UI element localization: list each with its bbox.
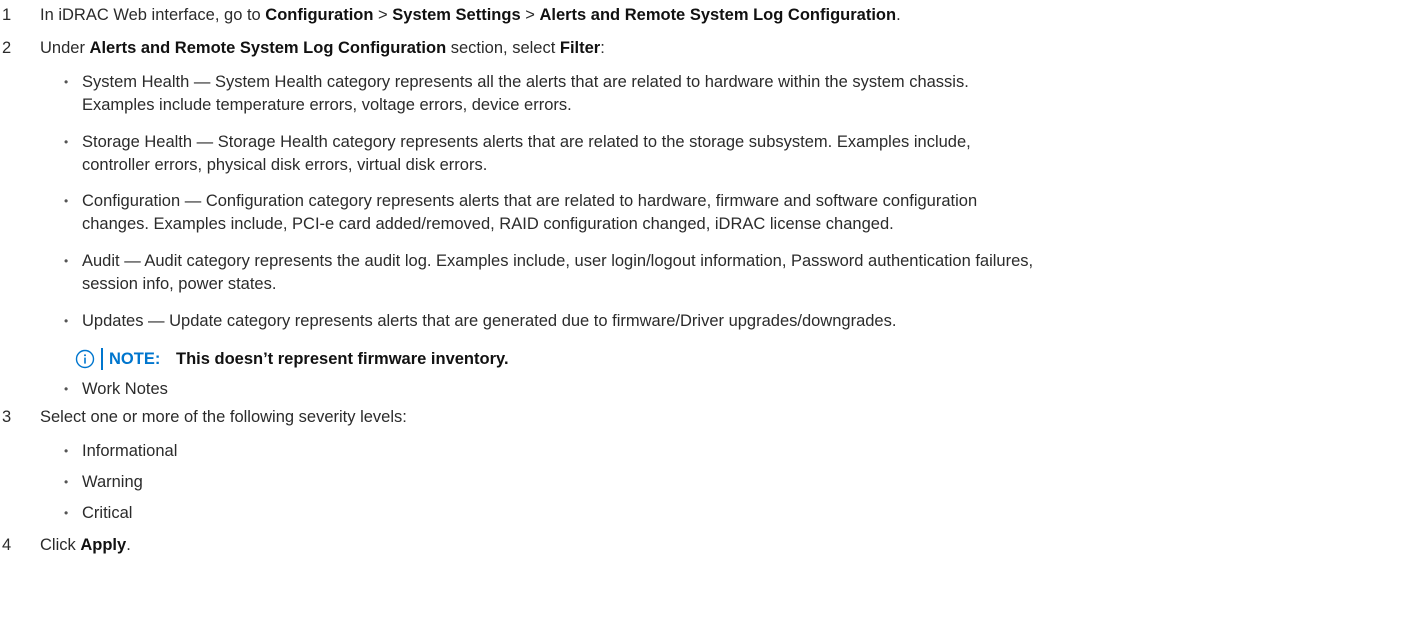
step-number: 2: [2, 39, 12, 57]
step-text-part: In iDRAC Web interface, go to: [40, 6, 266, 24]
section-alerts-remote-syslog: Alerts and Remote System Log Configurati…: [89, 39, 447, 57]
menu-configuration: Configuration: [265, 6, 374, 24]
step-text-part: .: [896, 6, 901, 24]
bullet-icon: •: [64, 382, 69, 396]
step-text-part: Click: [40, 536, 81, 554]
list-item-text: Informational: [82, 440, 1372, 463]
list-item-text: Audit — Audit category represents the au…: [82, 250, 1372, 296]
info-icon: [75, 349, 95, 369]
bullet-icon: •: [64, 135, 69, 149]
step-text: In iDRAC Web interface, go to Configurat…: [40, 3, 901, 27]
note-divider: [101, 348, 103, 370]
list-item-line: Audit — Audit category represents the au…: [82, 252, 1034, 270]
list-item-line: Informational: [82, 442, 178, 460]
bullet-icon: •: [64, 506, 69, 520]
step-text-part: :: [600, 39, 605, 57]
list-item-line: System Health — System Health category r…: [82, 73, 969, 91]
list-item-line: changes. Examples include, PCI-e card ad…: [82, 215, 894, 233]
list-item-line: Updates — Update category represents ale…: [82, 312, 897, 330]
list-item-line: Critical: [82, 504, 133, 522]
step-text-part: >: [520, 6, 540, 24]
option-filter: Filter: [559, 39, 601, 57]
list-item-text: Updates — Update category represents ale…: [82, 310, 1372, 333]
list-item-text: Critical: [82, 502, 1372, 525]
step-text: Select one or more of the following seve…: [40, 408, 407, 426]
step-1: 1 In iDRAC Web interface, go to Configur…: [0, 3, 1416, 27]
step-number: 1: [2, 6, 12, 24]
list-item-text: Warning: [82, 471, 1372, 494]
list-item-line: Storage Health — Storage Health category…: [82, 133, 971, 151]
list-item-text: Work Notes: [82, 378, 1372, 401]
step-3: 3 Select one or more of the following se…: [0, 405, 1416, 429]
note-text: This doesn’t represent firmware inventor…: [176, 350, 509, 368]
apply-button-label: Apply: [80, 536, 127, 554]
step-4: 4 Click Apply.: [0, 533, 1416, 557]
step-2: 2 Under Alerts and Remote System Log Con…: [0, 36, 1416, 60]
step-number: 3: [2, 408, 12, 426]
menu-alerts-remote-syslog: Alerts and Remote System Log Configurati…: [539, 6, 897, 24]
list-item-line: Warning: [82, 473, 143, 491]
bullet-icon: •: [64, 75, 69, 89]
step-text-part: section, select: [446, 39, 560, 57]
list-item-line: Examples include temperature errors, vol…: [82, 96, 572, 114]
step-text-part: Under: [40, 39, 90, 57]
list-item-line: Work Notes: [82, 380, 168, 398]
bullet-icon: •: [64, 314, 69, 328]
bullet-icon: •: [64, 194, 69, 208]
step-text: Under Alerts and Remote System Log Confi…: [40, 36, 605, 60]
list-item-text: Storage Health — Storage Health category…: [82, 131, 1372, 177]
note-label: NOTE:: [109, 350, 161, 368]
list-item-line: session info, power states.: [82, 275, 277, 293]
step-text: Click Apply.: [40, 533, 131, 557]
list-item-text: System Health — System Health category r…: [82, 71, 1372, 117]
bullet-icon: •: [64, 444, 69, 458]
bullet-icon: •: [64, 254, 69, 268]
step-text-part: .: [126, 536, 131, 554]
list-item-text: Configuration — Configuration category r…: [82, 190, 1372, 236]
step-text-part: >: [373, 6, 393, 24]
list-item-line: Configuration — Configuration category r…: [82, 192, 978, 210]
menu-system-settings: System Settings: [392, 6, 521, 24]
bullet-icon: •: [64, 475, 69, 489]
step-number: 4: [2, 536, 12, 554]
list-item-line: controller errors, physical disk errors,…: [82, 156, 488, 174]
